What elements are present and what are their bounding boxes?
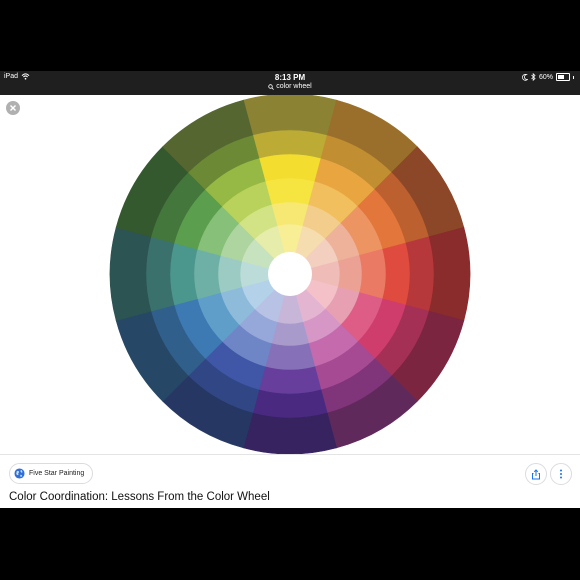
wheel-segment bbox=[258, 366, 322, 395]
battery-tip bbox=[573, 75, 574, 79]
share-button[interactable] bbox=[525, 463, 547, 485]
wheel-segment bbox=[252, 129, 328, 159]
battery-level bbox=[558, 75, 564, 79]
share-icon bbox=[532, 468, 540, 479]
wheel-segment bbox=[243, 412, 337, 455]
status-right: 60% bbox=[522, 73, 574, 81]
wheel-segment bbox=[169, 242, 198, 306]
wheel-segment bbox=[382, 242, 411, 306]
wheel-segment bbox=[264, 177, 316, 205]
source-name: Five Star Painting bbox=[29, 470, 85, 477]
moon-icon bbox=[522, 73, 528, 81]
search-icon bbox=[268, 83, 275, 90]
wheel-segment bbox=[264, 343, 316, 371]
clock: 8:13 PM bbox=[274, 73, 306, 82]
browser-screen: iPad 8:13 PM 60% color wheel Five Star P… bbox=[0, 71, 580, 508]
wheel-segment bbox=[243, 93, 337, 136]
wheel-segment bbox=[428, 227, 471, 321]
wheel-segment bbox=[359, 248, 387, 300]
divider bbox=[0, 454, 580, 455]
wheel-segment bbox=[337, 254, 363, 294]
color-wheel-image bbox=[109, 93, 471, 455]
wheel-segment bbox=[193, 248, 221, 300]
wheel-segment bbox=[217, 254, 243, 294]
status-bar: iPad 8:13 PM 60% color wheel bbox=[0, 71, 580, 95]
address-bar[interactable]: color wheel bbox=[0, 83, 580, 90]
search-query: color wheel bbox=[276, 83, 312, 90]
image-preview[interactable] bbox=[0, 93, 580, 455]
wheel-center bbox=[268, 252, 312, 296]
wheel-segment bbox=[109, 227, 152, 321]
result-title[interactable]: Color Coordination: Lessons From the Col… bbox=[9, 491, 270, 503]
more-vertical-icon bbox=[560, 469, 562, 479]
source-chip[interactable]: Five Star Painting bbox=[9, 463, 94, 484]
battery-percent: 60% bbox=[538, 73, 553, 81]
wheel-segment bbox=[258, 153, 322, 182]
battery-icon bbox=[556, 73, 570, 81]
bluetooth-icon bbox=[531, 73, 536, 81]
wheel-segment bbox=[270, 201, 310, 227]
more-options-button[interactable] bbox=[550, 463, 572, 485]
wheel-segment bbox=[252, 389, 328, 419]
wheel-segment bbox=[405, 236, 435, 312]
wheel-segment bbox=[270, 321, 310, 347]
wheel-segment bbox=[145, 236, 175, 312]
globe-icon bbox=[14, 468, 25, 479]
